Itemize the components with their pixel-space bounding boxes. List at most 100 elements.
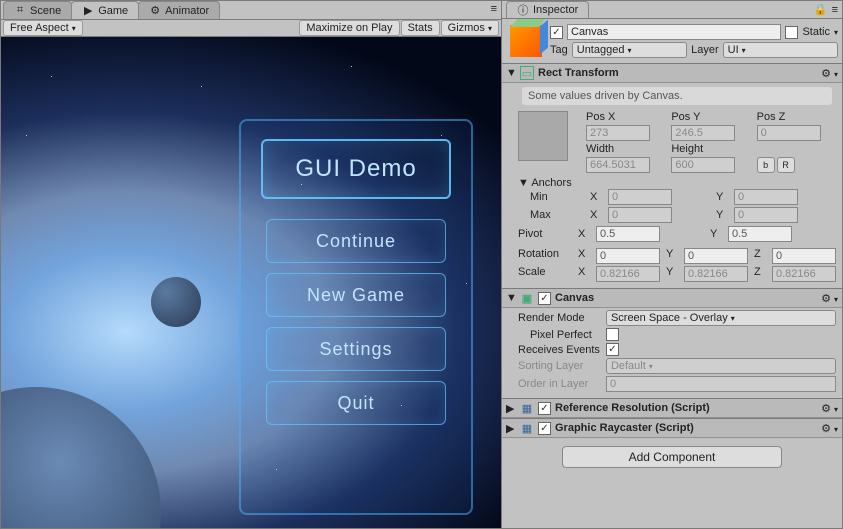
name-field[interactable] [567,24,781,40]
pixel-perfect-checkbox[interactable] [606,328,619,341]
lock-icon[interactable]: 🔒 [814,3,828,16]
info-icon: ⓘ [517,4,529,16]
sorting-layer-dropdown: Default [606,358,836,374]
canvas-enabled-checkbox[interactable] [538,292,551,305]
raw-button[interactable]: R [777,157,795,173]
component-enabled-checkbox[interactable] [538,402,551,415]
animator-icon: ⚙ [149,5,161,17]
panel-menu-icon[interactable]: ≡ [487,1,501,19]
active-checkbox[interactable] [550,26,563,39]
posz-label: Pos Z [757,111,836,123]
height-label: Height [671,143,750,155]
pixel-perfect-label: Pixel Perfect [518,329,600,341]
tag-dropdown[interactable]: Untagged [572,42,687,58]
maximize-button[interactable]: Maximize on Play [299,20,399,36]
scene-icon: ⌗ [14,5,26,17]
hint-text: Some values driven by Canvas. [522,87,832,105]
component-enabled-checkbox[interactable] [538,422,551,435]
pivot-label: Pivot [518,228,572,240]
width-field[interactable] [586,157,650,173]
game-view: GUI Demo Continue New Game Settings Quit [1,37,501,528]
gui-title: GUI Demo [261,139,451,199]
render-mode-label: Render Mode [518,312,600,324]
render-mode-dropdown[interactable]: Screen Space - Overlay [606,310,836,326]
sorting-layer-label: Sorting Layer [518,360,600,372]
scale-z[interactable] [772,266,836,282]
tab-label: Scene [30,5,61,17]
anchor-max-y[interactable] [734,207,798,223]
gameobject-icon [510,25,542,57]
anchor-max-x[interactable] [608,207,672,223]
continue-button[interactable]: Continue [266,219,446,263]
posx-label: Pos X [586,111,665,123]
component-title: Reference Resolution (Script) [555,402,710,414]
posy-field[interactable] [671,125,735,141]
settings-button[interactable]: Settings [266,327,446,371]
component-title: Graphic Raycaster (Script) [555,422,694,434]
height-field[interactable] [671,157,735,173]
planet-small [151,277,201,327]
static-checkbox[interactable] [785,26,798,39]
tag-label: Tag [550,44,568,56]
static-label: Static [802,26,830,38]
layer-dropdown[interactable]: UI [723,42,838,58]
anchors-label: Anchors [531,177,571,189]
gizmos-button[interactable]: Gizmos ▾ [441,20,499,36]
gear-icon[interactable]: ⚙ ▾ [821,67,838,80]
chevron-down-icon: ▾ [72,24,76,33]
foldout-icon[interactable]: ▶ [506,422,516,435]
rot-x[interactable] [596,248,660,264]
gear-icon[interactable]: ⚙ ▾ [821,402,838,415]
tab-label: Game [98,5,128,17]
anchor-min-y[interactable] [734,189,798,205]
chevron-down-icon: ▾ [488,24,492,33]
tab-label: Inspector [533,4,578,16]
new-game-button[interactable]: New Game [266,273,446,317]
rot-z[interactable] [772,248,836,264]
component-title: Rect Transform [538,67,619,79]
scale-label: Scale [518,266,572,282]
width-label: Width [586,143,665,155]
stats-button[interactable]: Stats [401,20,440,36]
foldout-icon[interactable]: ▶ [506,402,516,415]
anchor-preset[interactable] [518,111,568,161]
rot-y[interactable] [684,248,748,264]
receives-events-checkbox[interactable] [606,343,619,356]
script-icon: ▦ [520,401,534,415]
foldout-icon[interactable]: ▼ [518,177,529,189]
chevron-down-icon[interactable]: ▾ [834,28,838,37]
posx-field[interactable] [586,125,650,141]
script-icon: ▦ [520,421,534,435]
blueprint-button[interactable]: b [757,157,775,173]
pivot-y[interactable] [728,226,792,242]
layer-label: Layer [691,44,719,56]
gear-icon[interactable]: ⚙ ▾ [821,422,838,435]
component-title: Canvas [555,292,594,304]
posz-field[interactable] [757,125,821,141]
tab-scene[interactable]: ⌗ Scene [3,1,72,19]
foldout-icon[interactable]: ▼ [506,292,516,304]
anchor-min-x[interactable] [608,189,672,205]
posy-label: Pos Y [671,111,750,123]
canvas-icon: ▣ [520,291,534,305]
gui-menu-frame: GUI Demo Continue New Game Settings Quit [239,119,473,515]
aspect-dropdown[interactable]: Free Aspect ▾ [3,20,83,36]
min-label: Min [530,191,584,203]
foldout-icon[interactable]: ▼ [506,67,516,79]
receives-events-label: Receives Events [518,344,600,356]
gear-icon[interactable]: ⚙ ▾ [821,292,838,305]
order-in-layer-label: Order in Layer [518,378,600,390]
pivot-x[interactable] [596,226,660,242]
tab-label: Animator [165,5,209,17]
scale-y[interactable] [684,266,748,282]
quit-button[interactable]: Quit [266,381,446,425]
tab-inspector[interactable]: ⓘ Inspector [506,1,589,18]
game-icon: ▶ [82,5,94,17]
tab-animator[interactable]: ⚙ Animator [138,1,220,19]
scale-x[interactable] [596,266,660,282]
tab-game[interactable]: ▶ Game [71,1,139,19]
rotation-label: Rotation [518,248,572,264]
order-in-layer-field [606,376,836,392]
panel-menu-icon[interactable]: ≡ [832,4,838,16]
add-component-button[interactable]: Add Component [562,446,782,468]
